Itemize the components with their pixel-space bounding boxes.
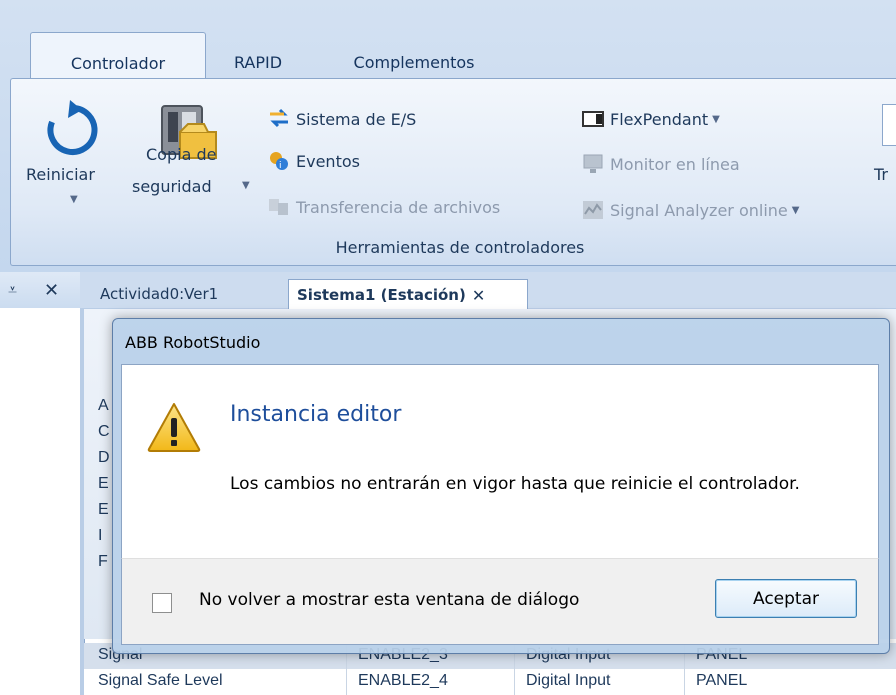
restart-icon xyxy=(47,100,98,155)
flexpendant-button[interactable]: FlexPendant ▼ xyxy=(582,107,720,131)
warning-icon xyxy=(147,403,201,452)
chevron-down-icon: ▼ xyxy=(242,180,250,191)
tab-label: RAPID xyxy=(233,52,283,72)
file-transfer-icon xyxy=(268,196,290,218)
dialog-body xyxy=(121,364,879,559)
flexpendant-icon xyxy=(582,108,604,130)
eventos-label: Eventos xyxy=(296,151,360,171)
tab-complementos[interactable]: Complementos xyxy=(330,47,498,77)
chevron-down-icon: ▼ xyxy=(791,204,800,216)
reiniciar-label: Reiniciar xyxy=(26,165,95,184)
traducir-icon xyxy=(882,104,896,146)
tab-rapid[interactable]: RAPID xyxy=(218,47,298,77)
monitor-en-linea-button[interactable]: Monitor en línea xyxy=(582,152,740,176)
type-list-item[interactable]: D xyxy=(98,449,110,467)
dont-show-again-label[interactable]: No volver a mostrar esta ventana de diál… xyxy=(199,590,579,610)
tab-label: Complementos xyxy=(353,52,475,72)
chevron-down-icon: ▼ xyxy=(70,194,78,205)
tab-label: Sistema1 (Estación) xyxy=(297,286,466,304)
dialog-instruction: Instancia editor xyxy=(230,402,402,427)
flexpendant-label: FlexPendant xyxy=(610,109,709,129)
table-cell: PANEL xyxy=(696,672,748,689)
table-cell: Signal Safe Level xyxy=(98,672,223,689)
type-list-item[interactable]: E xyxy=(98,501,109,519)
copia-label: Copia de xyxy=(146,145,217,164)
table-cell: Digital Input xyxy=(526,672,611,689)
type-list-item[interactable]: A xyxy=(98,397,109,415)
transferencia-archivos-button[interactable]: Transferencia de archivos xyxy=(268,195,500,219)
eventos-button[interactable]: i Eventos xyxy=(268,149,360,173)
events-icon: i xyxy=(268,150,290,172)
close-icon[interactable]: ✕ xyxy=(472,286,485,305)
signal-analyzer-icon xyxy=(582,199,604,221)
type-list-item[interactable]: F xyxy=(98,553,108,571)
type-list-item[interactable]: C xyxy=(98,423,110,441)
tab-actividad0[interactable]: Actividad0:Ver1 xyxy=(92,279,290,309)
monitor-label: Monitor en línea xyxy=(610,154,740,174)
type-list-item[interactable]: I xyxy=(98,527,102,545)
left-pane xyxy=(0,308,80,695)
sistema-es-button[interactable]: Sistema de E/S xyxy=(268,107,416,131)
tab-sistema1[interactable]: Sistema1 (Estación) ✕ xyxy=(288,279,528,310)
io-system-icon xyxy=(268,108,290,130)
monitor-icon xyxy=(582,153,604,175)
dont-show-again-checkbox[interactable] xyxy=(152,593,172,613)
tab-controlador[interactable]: Controlador xyxy=(30,32,206,79)
transferencia-label: Transferencia de archivos xyxy=(296,197,501,217)
signal-analyzer-label: Signal Analyzer online xyxy=(610,200,788,220)
seguridad-label: seguridad xyxy=(132,177,212,196)
close-icon[interactable]: ✕ xyxy=(44,280,59,301)
dialog-title: ABB RobotStudio xyxy=(125,333,261,352)
aceptar-button[interactable]: Aceptar xyxy=(715,579,857,618)
pin-dropdown-icon[interactable]: ⩡ xyxy=(8,280,17,300)
reiniciar-button[interactable]: Reiniciar ▼ xyxy=(18,92,126,212)
group-label: Herramientas de controladores xyxy=(335,238,585,257)
tra-clipped-label: Tr xyxy=(874,165,888,184)
table-row[interactable]: Signal Safe Level ENABLE2_4 Digital Inpu… xyxy=(84,669,896,695)
tab-label: Controlador xyxy=(70,53,166,73)
copia-seguridad-button[interactable]: Copia de seguridad ▼ xyxy=(132,92,262,212)
sistema-es-label: Sistema de E/S xyxy=(296,109,417,129)
dialog-message: Los cambios no entrarán en vigor hasta q… xyxy=(230,474,800,494)
svg-text:i: i xyxy=(279,161,282,171)
type-list-item[interactable]: E xyxy=(98,475,109,493)
signal-analyzer-button[interactable]: Signal Analyzer online ▼ xyxy=(582,198,799,222)
table-cell: ENABLE2_4 xyxy=(358,672,448,689)
chevron-down-icon: ▼ xyxy=(712,113,720,125)
tab-label: Actividad0:Ver1 xyxy=(100,285,219,303)
